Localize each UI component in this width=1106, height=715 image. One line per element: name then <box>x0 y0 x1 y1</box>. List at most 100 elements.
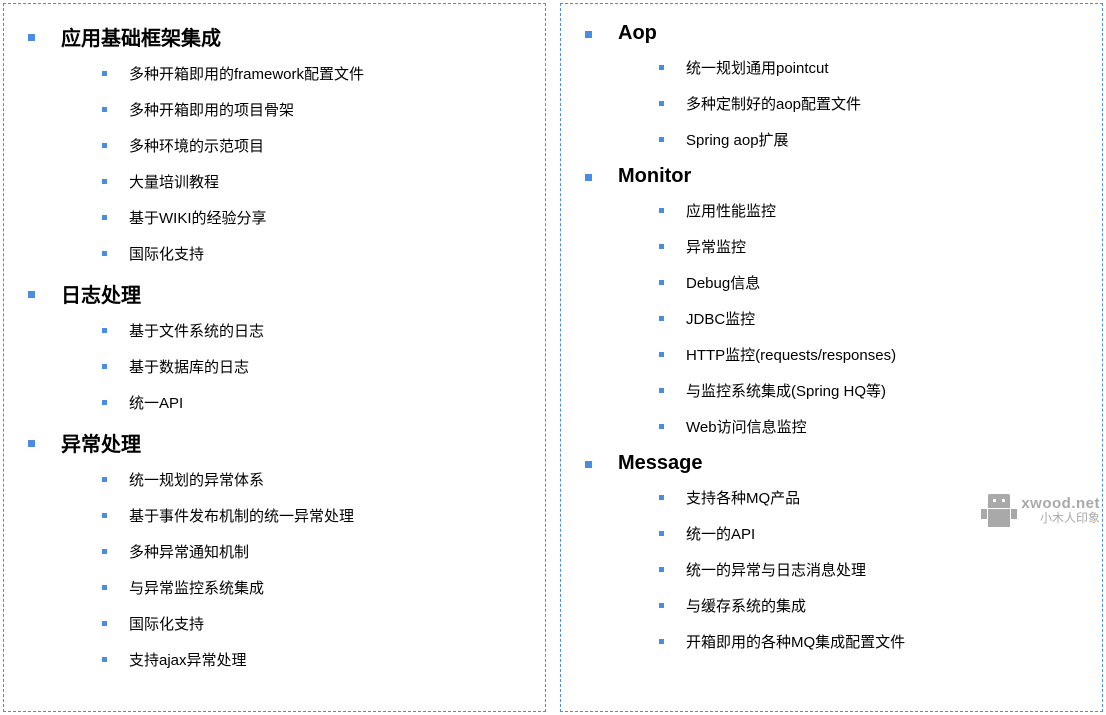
square-bullet-icon <box>28 291 35 298</box>
items-list: 多种开箱即用的framework配置文件多种开箱即用的项目骨架多种环境的示范项目… <box>14 63 535 264</box>
square-bullet-small-icon <box>102 179 107 184</box>
square-bullet-small-icon <box>102 328 107 333</box>
list-item: 多种开箱即用的项目骨架 <box>102 99 535 120</box>
square-bullet-small-icon <box>659 280 664 285</box>
item-text: 支持各种MQ产品 <box>686 487 800 508</box>
list-item: JDBC监控 <box>659 308 1092 329</box>
section: Aop 统一规划通用pointcut 多种定制好的aop配置文件 Spring aop… <box>571 22 1092 150</box>
item-text: 统一的异常与日志消息处理 <box>686 559 866 580</box>
square-bullet-small-icon <box>102 477 107 482</box>
items-list: 基于文件系统的日志基于数据库的日志统一API <box>14 320 535 413</box>
section-title: 日志处理 <box>61 279 141 308</box>
list-item: Spring aop扩展 <box>659 129 1092 150</box>
item-text: JDBC监控 <box>686 308 755 329</box>
item-text: 异常监控 <box>686 236 746 257</box>
section-title: 异常处理 <box>61 428 141 457</box>
square-bullet-icon <box>585 31 592 38</box>
section-title: 应用基础框架集成 <box>61 22 221 51</box>
list-item: 大量培训教程 <box>102 171 535 192</box>
section: 日志处理基于文件系统的日志基于数据库的日志统一API <box>14 279 535 413</box>
item-text: 基于WIKI的经验分享 <box>129 207 267 228</box>
section-title: Monitor <box>618 165 691 188</box>
square-bullet-icon <box>28 440 35 447</box>
square-bullet-icon <box>585 174 592 181</box>
robot-icon <box>981 494 1017 527</box>
item-text: Spring aop扩展 <box>686 129 789 150</box>
item-text: Debug信息 <box>686 272 760 293</box>
section: Message 支持各种MQ产品统一的API 统一的异常与日志消息处理与缓存系统的集… <box>571 452 1092 652</box>
square-bullet-small-icon <box>102 71 107 76</box>
item-text: 国际化支持 <box>129 243 204 264</box>
square-bullet-icon <box>585 461 592 468</box>
square-bullet-small-icon <box>659 316 664 321</box>
square-bullet-small-icon <box>102 251 107 256</box>
section-header: Aop <box>571 22 1092 45</box>
list-item: 多种开箱即用的framework配置文件 <box>102 63 535 84</box>
item-text: HTTP监控(requests/responses) <box>686 344 896 365</box>
section-header: 日志处理 <box>14 279 535 308</box>
items-list: 统一规划通用pointcut 多种定制好的aop配置文件 Spring aop扩展 <box>571 57 1092 150</box>
square-bullet-small-icon <box>659 388 664 393</box>
item-text: 支持ajax异常处理 <box>129 649 247 670</box>
item-text: 多种定制好的aop配置文件 <box>686 93 861 114</box>
list-item: 统一的异常与日志消息处理 <box>659 559 1092 580</box>
item-text: 统一规划通用pointcut <box>686 57 829 78</box>
item-text: 开箱即用的各种MQ集成配置文件 <box>686 631 905 652</box>
square-bullet-small-icon <box>102 657 107 662</box>
list-item: 支持ajax异常处理 <box>102 649 535 670</box>
item-text: 与缓存系统的集成 <box>686 595 806 616</box>
square-bullet-small-icon <box>659 495 664 500</box>
square-bullet-small-icon <box>659 208 664 213</box>
list-item: 基于数据库的日志 <box>102 356 535 377</box>
list-item: 多种异常通知机制 <box>102 541 535 562</box>
watermark: xwood.net 小木人印象 <box>981 494 1100 527</box>
section: 应用基础框架集成多种开箱即用的framework配置文件多种开箱即用的项目骨架多… <box>14 22 535 264</box>
item-text: 统一的API <box>686 523 755 544</box>
item-text: 统一规划的异常体系 <box>129 469 264 490</box>
square-bullet-small-icon <box>102 549 107 554</box>
watermark-url: xwood.net <box>1021 496 1100 512</box>
square-bullet-small-icon <box>659 531 664 536</box>
item-text: 多种开箱即用的framework配置文件 <box>129 63 364 84</box>
item-text: Web访问信息监控 <box>686 416 807 437</box>
item-text: 应用性能监控 <box>686 200 776 221</box>
items-list: 应用性能监控异常监控 Debug信息 JDBC监控 HTTP监控(requests/r… <box>571 200 1092 437</box>
list-item: 异常监控 <box>659 236 1092 257</box>
square-bullet-small-icon <box>659 424 664 429</box>
item-text: 与异常监控系统集成 <box>129 577 264 598</box>
square-bullet-small-icon <box>102 107 107 112</box>
list-item: HTTP监控(requests/responses) <box>659 344 1092 365</box>
list-item: 基于事件发布机制的统一异常处理 <box>102 505 535 526</box>
list-item: Debug信息 <box>659 272 1092 293</box>
square-bullet-small-icon <box>659 244 664 249</box>
section-header: Monitor <box>571 165 1092 188</box>
square-bullet-small-icon <box>659 65 664 70</box>
list-item: 应用性能监控 <box>659 200 1092 221</box>
square-bullet-small-icon <box>659 567 664 572</box>
list-item: 与监控系统集成(Spring HQ等) <box>659 380 1092 401</box>
square-bullet-small-icon <box>659 639 664 644</box>
list-item: 多种环境的示范项目 <box>102 135 535 156</box>
list-item: 与缓存系统的集成 <box>659 595 1092 616</box>
item-text: 基于文件系统的日志 <box>129 320 264 341</box>
item-text: 大量培训教程 <box>129 171 219 192</box>
section-header: Message <box>571 452 1092 475</box>
list-item: 统一规划的异常体系 <box>102 469 535 490</box>
section-title: Message <box>618 452 703 475</box>
list-item: 开箱即用的各种MQ集成配置文件 <box>659 631 1092 652</box>
list-item: 基于文件系统的日志 <box>102 320 535 341</box>
items-list: 统一规划的异常体系基于事件发布机制的统一异常处理多种异常通知机制与异常监控系统集… <box>14 469 535 670</box>
square-bullet-small-icon <box>102 215 107 220</box>
item-text: 国际化支持 <box>129 613 204 634</box>
section-header: 异常处理 <box>14 428 535 457</box>
section: 异常处理统一规划的异常体系基于事件发布机制的统一异常处理多种异常通知机制与异常监… <box>14 428 535 670</box>
list-item: 国际化支持 <box>102 243 535 264</box>
left-panel: 应用基础框架集成多种开箱即用的framework配置文件多种开箱即用的项目骨架多… <box>3 3 546 712</box>
item-text: 基于数据库的日志 <box>129 356 249 377</box>
square-bullet-small-icon <box>659 137 664 142</box>
square-bullet-small-icon <box>102 621 107 626</box>
section-header: 应用基础框架集成 <box>14 22 535 51</box>
item-text: 基于事件发布机制的统一异常处理 <box>129 505 354 526</box>
square-bullet-small-icon <box>659 352 664 357</box>
list-item: 统一API <box>102 392 535 413</box>
